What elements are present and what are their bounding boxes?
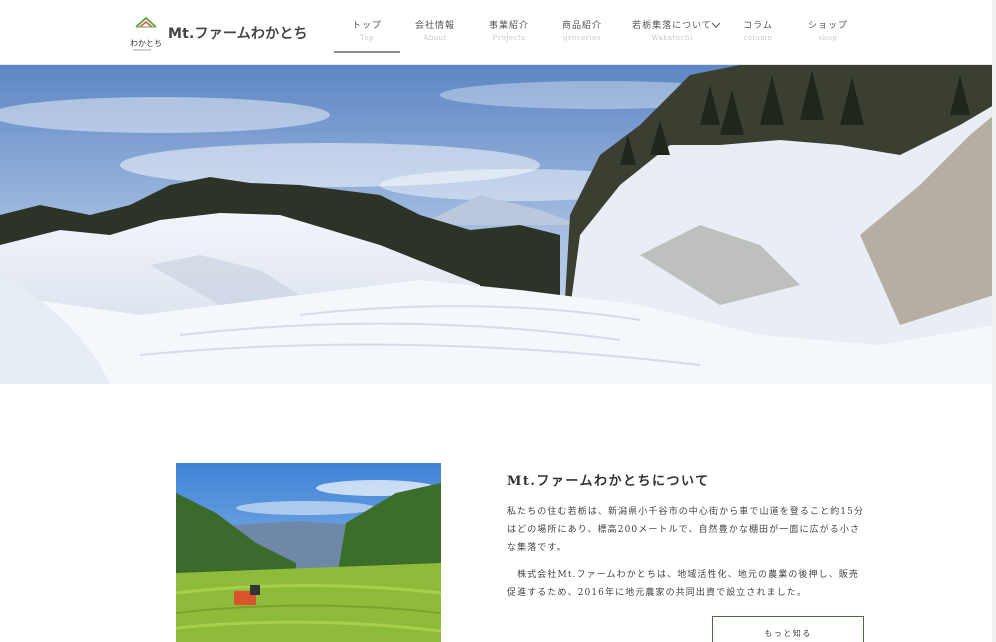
nav-item-label: 会社情報: [414, 21, 455, 31]
nav-active-indicator: [334, 51, 400, 53]
about-paragraph-1: 私たちの住む若栃は、新潟県小千谷市の中心街から車で山道を登ること約15分はどの場…: [507, 507, 865, 553]
rice-field-photo: [176, 463, 441, 642]
nav-item-sublabel: column: [743, 34, 773, 42]
nav-item-label: トップ: [351, 21, 382, 31]
nav-item-wakatochi[interactable]: 若栃集落について Wakatochi: [630, 18, 714, 42]
rice-harvest-image: [176, 463, 441, 642]
learn-more-button[interactable]: もっと知る: [712, 616, 864, 642]
hero-image: [0, 65, 994, 384]
nav-item-label: 商品紹介: [561, 21, 602, 31]
about-section-title: Mt.ファームわかとちについて: [507, 474, 710, 489]
nav-item-sublabel: groceries: [563, 34, 601, 42]
nav-item-about[interactable]: 会社情報 About: [402, 18, 468, 42]
nav-item-sublabel: shop: [818, 34, 838, 42]
about-paragraph-2: 株式会社Mt.ファームわかとちは、地域活性化、地元の農業の後押し、販売促進するた…: [507, 570, 860, 598]
nav-item-sublabel: Projects: [492, 34, 526, 42]
nav-item-label: ショップ: [807, 21, 848, 31]
nav-item-projects[interactable]: 事業紹介 Projects: [476, 18, 542, 42]
site-header: わかとち WAKATOCHI Mt.ファームわかとち トップ Top 会社情報 …: [0, 0, 996, 65]
chevron-down-icon[interactable]: [711, 21, 721, 29]
nav-item-label: 若栃集落について: [632, 21, 712, 31]
site-logo[interactable]: わかとち WAKATOCHI Mt.ファームわかとち: [130, 13, 308, 53]
logo-mark: わかとち WAKATOCHI: [130, 14, 162, 52]
snowy-landscape-image: [0, 65, 994, 384]
nav-item-sublabel: Top: [359, 34, 375, 42]
nav-item-sublabel: About: [423, 34, 447, 42]
brand-name: Mt.ファームわかとち: [168, 26, 308, 42]
nav-item-column[interactable]: コラム column: [725, 18, 791, 42]
nav-item-top[interactable]: トップ Top: [334, 18, 400, 42]
nav-item-sublabel: Wakatochi: [651, 34, 693, 42]
nav-item-groceries[interactable]: 商品紹介 groceries: [549, 18, 615, 42]
scrollbar[interactable]: [992, 0, 996, 642]
nav-item-label: 事業紹介: [488, 21, 529, 31]
farm-roof-icon: [135, 16, 157, 28]
nav-item-shop[interactable]: ショップ shop: [795, 18, 861, 42]
logo-mark-subtext: WAKATOCHI: [133, 48, 152, 52]
nav-item-label: コラム: [743, 21, 773, 31]
